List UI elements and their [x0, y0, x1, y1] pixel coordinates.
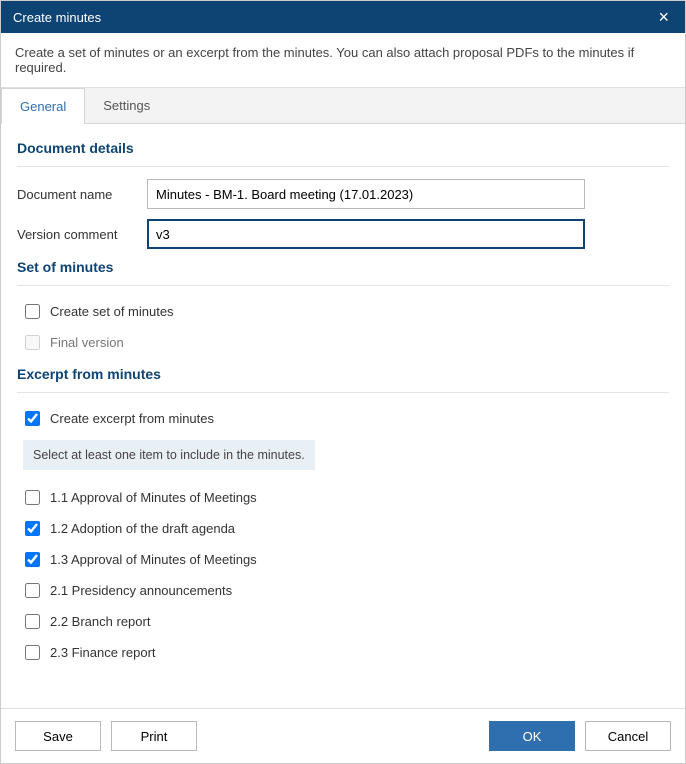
excerpt-item-checkbox[interactable] — [25, 552, 40, 567]
tab-general[interactable]: General — [1, 88, 85, 124]
excerpt-item-checkbox[interactable] — [25, 521, 40, 536]
label-version-comment: Version comment — [17, 227, 147, 242]
create-excerpt-checkbox[interactable] — [25, 411, 40, 426]
excerpt-item-checkbox[interactable] — [25, 645, 40, 660]
section-excerpt: Excerpt from minutes — [17, 366, 669, 382]
dialog-description: Create a set of minutes or an excerpt fr… — [1, 33, 685, 88]
titlebar: Create minutes × — [1, 1, 685, 33]
create-excerpt-label: Create excerpt from minutes — [50, 411, 214, 426]
row-create-excerpt: Create excerpt from minutes — [17, 405, 669, 436]
divider — [17, 392, 669, 393]
footer: Save Print OK Cancel — [1, 708, 685, 763]
dialog-title: Create minutes — [13, 10, 101, 25]
excerpt-item-checkbox[interactable] — [25, 614, 40, 629]
tabs: General Settings — [1, 88, 685, 124]
excerpt-item: 1.3 Approval of Minutes of Meetings — [17, 546, 669, 577]
create-set-label: Create set of minutes — [50, 304, 174, 319]
save-button[interactable]: Save — [15, 721, 101, 751]
cancel-button[interactable]: Cancel — [585, 721, 671, 751]
excerpt-info-banner: Select at least one item to include in t… — [23, 440, 315, 470]
excerpt-item-checkbox[interactable] — [25, 583, 40, 598]
excerpt-item-list: 1.1 Approval of Minutes of Meetings 1.2 A… — [17, 484, 669, 670]
section-set-of-minutes: Set of minutes — [17, 259, 669, 275]
final-version-label: Final version — [50, 335, 124, 350]
excerpt-item-label: 1.2 Adoption of the draft agenda — [50, 521, 235, 536]
create-set-checkbox[interactable] — [25, 304, 40, 319]
excerpt-item-label: 2.3 Finance report — [50, 645, 156, 660]
excerpt-item: 2.1 Presidency announcements — [17, 577, 669, 608]
excerpt-item: 1.2 Adoption of the draft agenda — [17, 515, 669, 546]
print-button[interactable]: Print — [111, 721, 197, 751]
label-document-name: Document name — [17, 187, 147, 202]
row-create-set: Create set of minutes — [17, 298, 669, 329]
section-document-details: Document details — [17, 140, 669, 156]
divider — [17, 166, 669, 167]
excerpt-item-checkbox[interactable] — [25, 490, 40, 505]
excerpt-item: 2.3 Finance report — [17, 639, 669, 670]
tab-settings[interactable]: Settings — [85, 88, 169, 123]
close-icon[interactable]: × — [654, 8, 673, 26]
excerpt-item-label: 2.1 Presidency announcements — [50, 583, 232, 598]
excerpt-item-label: 1.3 Approval of Minutes of Meetings — [50, 552, 257, 567]
excerpt-item: 2.2 Branch report — [17, 608, 669, 639]
row-document-name: Document name — [17, 179, 669, 209]
content-area: Document details Document name Version c… — [1, 124, 685, 708]
excerpt-item-label: 1.1 Approval of Minutes of Meetings — [50, 490, 257, 505]
version-comment-input[interactable] — [147, 219, 585, 249]
final-version-checkbox[interactable] — [25, 335, 40, 350]
excerpt-item: 1.1 Approval of Minutes of Meetings — [17, 484, 669, 515]
divider — [17, 285, 669, 286]
excerpt-item-label: 2.2 Branch report — [50, 614, 150, 629]
row-final-version: Final version — [17, 329, 669, 360]
ok-button[interactable]: OK — [489, 721, 575, 751]
document-name-input[interactable] — [147, 179, 585, 209]
row-version-comment: Version comment — [17, 219, 669, 249]
